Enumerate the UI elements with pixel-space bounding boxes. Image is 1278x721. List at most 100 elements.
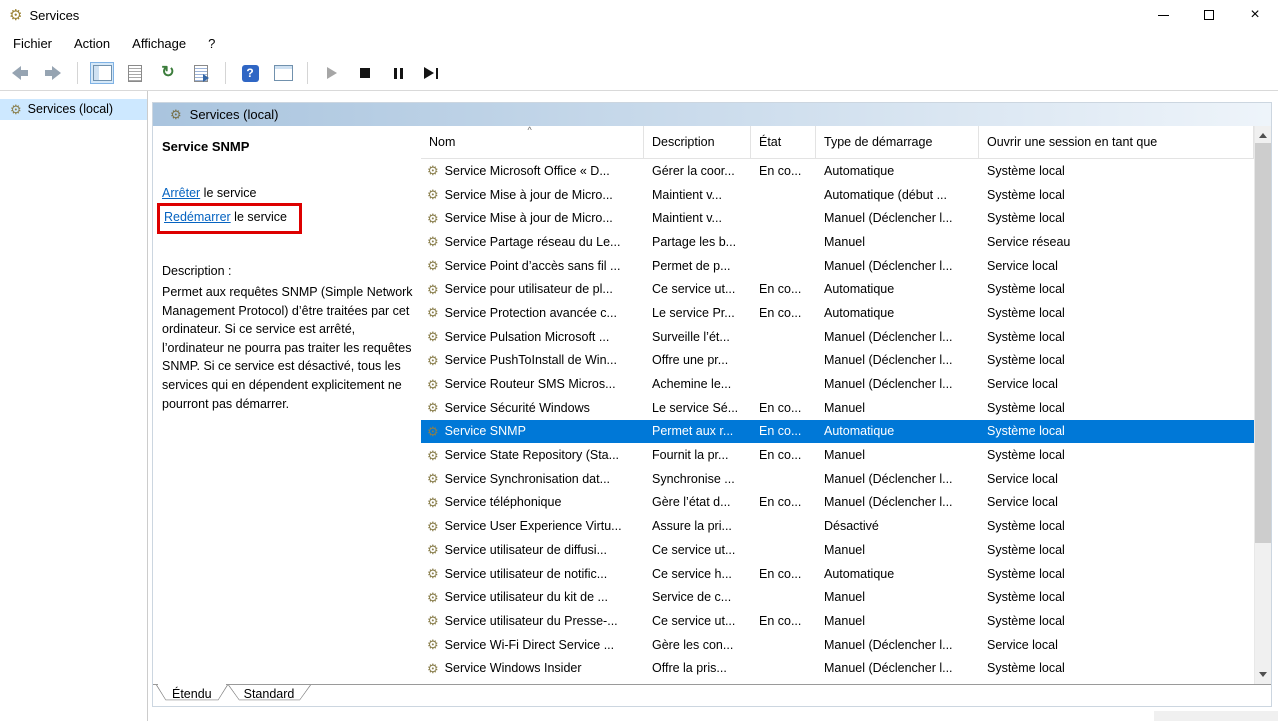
service-startup-type: Manuel (Déclencher l... (816, 353, 979, 367)
service-description: Permet aux r... (644, 424, 751, 438)
scroll-up-button[interactable] (1255, 126, 1271, 143)
column-header-type-demarrage[interactable]: Type de démarrage (816, 126, 979, 158)
back-icon[interactable] (8, 62, 32, 84)
pause-service-icon[interactable] (386, 62, 410, 84)
refresh-icon[interactable] (156, 62, 180, 84)
scrollbar-thumb[interactable] (1255, 143, 1271, 543)
service-name: Service Windows Insider (445, 661, 582, 675)
service-startup-type: Manuel (Déclencher l... (816, 472, 979, 486)
export-list-icon[interactable] (189, 62, 213, 84)
menu-affichage[interactable]: Affichage (121, 32, 197, 55)
service-startup-type: Manuel (Déclencher l... (816, 661, 979, 675)
vertical-scrollbar[interactable] (1254, 126, 1271, 684)
table-row[interactable]: ⚙ Service SNMP Permet aux r... En co... … (421, 420, 1254, 444)
service-table-body: ⚙ Service Microsoft Office « D... Gérer … (421, 159, 1254, 684)
service-name: Service utilisateur du kit de ... (445, 590, 608, 604)
table-row[interactable]: ⚙ Service utilisateur du kit de ... Serv… (421, 585, 1254, 609)
table-row[interactable]: ⚙ Service utilisateur du Presse-... Ce s… (421, 609, 1254, 633)
service-description: Offre une pr... (644, 353, 751, 367)
service-name: Service PushToInstall de Win... (445, 353, 617, 367)
table-row[interactable]: ⚙ Service State Repository (Sta... Fourn… (421, 443, 1254, 467)
table-row[interactable]: ⚙ Service Windows Insider Offre la pris.… (421, 656, 1254, 680)
stop-service-link[interactable]: Arrêter (162, 186, 200, 200)
scrollbar-track[interactable] (1255, 143, 1271, 667)
table-row[interactable]: ⚙ Service Pulsation Microsoft ... Survei… (421, 325, 1254, 349)
column-header-description[interactable]: Description (644, 126, 751, 158)
service-icon: ⚙ (427, 283, 439, 296)
service-icon: ⚙ (427, 591, 439, 604)
service-description: Ce service ut... (644, 543, 751, 557)
table-row[interactable]: ⚙ Service pour utilisateur de pl... Ce s… (421, 277, 1254, 301)
table-row[interactable]: ⚙ Service PushToInstall de Win... Offre … (421, 349, 1254, 373)
service-startup-type: Manuel (Déclencher l... (816, 495, 979, 509)
service-name: Service utilisateur de diffusi... (445, 543, 607, 557)
menu-action[interactable]: Action (63, 32, 121, 55)
service-description: Partage les b... (644, 235, 751, 249)
tree-item-services-local[interactable]: ⚙ Services (local) (0, 99, 147, 120)
service-icon: ⚙ (427, 330, 439, 343)
service-description: Le service Pr... (644, 306, 751, 320)
service-icon: ⚙ (427, 188, 439, 201)
service-logon-as: Système local (979, 661, 1254, 675)
stop-service-icon[interactable] (353, 62, 377, 84)
service-logon-as: Service local (979, 377, 1254, 391)
table-row[interactable]: ⚙ Service Microsoft Office « D... Gérer … (421, 159, 1254, 183)
table-row[interactable]: ⚙ Service Partage réseau du Le... Partag… (421, 230, 1254, 254)
restart-service-link[interactable]: Redémarrer (164, 210, 231, 224)
tab-standard[interactable]: Standard (228, 685, 311, 706)
service-icon: ⚙ (427, 378, 439, 391)
table-row[interactable]: ⚙ Service Synchronisation dat... Synchro… (421, 467, 1254, 491)
service-description: Permet de p... (644, 259, 751, 273)
service-name: Service User Experience Virtu... (445, 519, 622, 533)
service-name: Service Partage réseau du Le... (445, 235, 621, 249)
table-row[interactable]: ⚙ Service utilisateur de diffusi... Ce s… (421, 538, 1254, 562)
tab-etendu[interactable]: Étendu (156, 685, 228, 706)
services-header-icon: ⚙ (170, 108, 182, 121)
service-name: Service Point d’accès sans fil ... (445, 259, 621, 273)
service-description: Maintient v... (644, 211, 751, 225)
minimize-button[interactable] (1140, 0, 1186, 30)
service-logon-as: Système local (979, 590, 1254, 604)
service-description: Ce service h... (644, 567, 751, 581)
properties-icon[interactable] (123, 62, 147, 84)
menu-help[interactable]: ? (197, 32, 226, 55)
table-row[interactable]: ⚙ Service Mise à jour de Micro... Mainti… (421, 206, 1254, 230)
console-tree-panel: ⚙ Services (local) (0, 91, 148, 721)
table-row[interactable]: ⚙ Service Sécurité Windows Le service Sé… (421, 396, 1254, 420)
service-startup-type: Manuel (Déclencher l... (816, 211, 979, 225)
sort-ascending-icon: ^ (528, 125, 532, 135)
service-logon-as: Système local (979, 282, 1254, 296)
table-row[interactable]: ⚙ Service Point d’accès sans fil ... Per… (421, 254, 1254, 278)
extended-view-icon[interactable] (271, 62, 295, 84)
restart-service-suffix: le service (231, 210, 287, 224)
scroll-down-button[interactable] (1255, 667, 1271, 684)
maximize-button[interactable] (1186, 0, 1232, 30)
table-row[interactable]: ⚙ Service Wi-Fi Direct Service ... Gère … (421, 633, 1254, 657)
forward-icon[interactable] (41, 62, 65, 84)
service-name: Service utilisateur du Presse-... (445, 614, 618, 628)
start-service-icon[interactable] (320, 62, 344, 84)
service-name: Service State Repository (Sta... (445, 448, 619, 462)
column-header-nom[interactable]: ^ Nom (421, 126, 644, 158)
show-console-tree-icon[interactable] (90, 62, 114, 84)
help-icon[interactable] (238, 62, 262, 84)
toolbar-separator (225, 62, 226, 84)
menu-fichier[interactable]: Fichier (2, 32, 63, 55)
service-icon: ⚙ (427, 543, 439, 556)
scroll-down-icon (1259, 672, 1267, 681)
table-row[interactable]: ⚙ Service Mise à jour de Micro... Mainti… (421, 183, 1254, 207)
column-header-etat[interactable]: État (751, 126, 816, 158)
table-row[interactable]: ⚙ Service Routeur SMS Micros... Achemine… (421, 372, 1254, 396)
table-row[interactable]: ⚙ Service Protection avancée c... Le ser… (421, 301, 1254, 325)
column-header-session[interactable]: Ouvrir une session en tant que (979, 126, 1254, 158)
close-button[interactable]: × (1232, 0, 1278, 30)
restart-service-icon[interactable] (419, 62, 443, 84)
table-row[interactable]: ⚙ Service utilisateur de notific... Ce s… (421, 562, 1254, 586)
service-icon: ⚙ (427, 164, 439, 177)
service-icon: ⚙ (427, 614, 439, 627)
table-row[interactable]: ⚙ Service téléphonique Gère l’état d... … (421, 491, 1254, 515)
table-row[interactable]: ⚙ Service User Experience Virtu... Assur… (421, 514, 1254, 538)
service-icon: ⚙ (427, 306, 439, 319)
menu-bar: Fichier Action Affichage ? (0, 30, 1278, 56)
service-description: Le service Sé... (644, 401, 751, 415)
